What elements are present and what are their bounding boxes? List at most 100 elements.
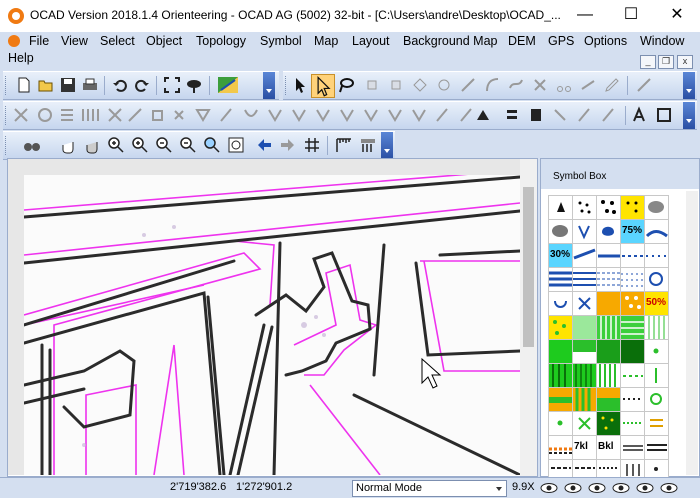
- menu-symbol[interactable]: Symbol: [260, 34, 302, 48]
- new-file-icon[interactable]: [15, 76, 33, 94]
- symbol-tile[interactable]: [620, 363, 645, 388]
- symbol-tile[interactable]: [572, 243, 597, 268]
- symbol-tile[interactable]: [644, 195, 669, 220]
- menu-topology[interactable]: Topology: [196, 34, 246, 48]
- curve-icon[interactable]: [483, 76, 501, 94]
- symbol-tile[interactable]: [620, 411, 645, 436]
- document-icon[interactable]: [8, 35, 20, 47]
- map-canvas[interactable]: [7, 158, 538, 477]
- symbol-tile[interactable]: [548, 387, 573, 412]
- menu-dem[interactable]: DEM: [508, 34, 536, 48]
- menu-window[interactable]: Window: [640, 34, 684, 48]
- symbol-tile[interactable]: [596, 291, 621, 316]
- toolbar-grip[interactable]: [5, 106, 9, 125]
- eye-icon[interactable]: [612, 481, 630, 495]
- save-icon[interactable]: [59, 76, 77, 94]
- edit-object-button[interactable]: [311, 74, 335, 98]
- mdi-minimize-button[interactable]: _: [640, 55, 656, 69]
- symbol-tile[interactable]: [548, 219, 573, 244]
- symbol-tile[interactable]: [644, 315, 669, 340]
- symbol-tile[interactable]: [572, 195, 597, 220]
- symbol-tile[interactable]: [548, 291, 573, 316]
- toolbar-dropdown[interactable]: [381, 132, 393, 159]
- symbol-tile[interactable]: 7kl: [572, 435, 597, 460]
- rectangle-icon[interactable]: [655, 106, 673, 124]
- symbol-tile[interactable]: [620, 339, 645, 364]
- symbol-tile[interactable]: [572, 219, 597, 244]
- symbol-tile[interactable]: [572, 387, 597, 412]
- ruler-icon[interactable]: [335, 136, 353, 154]
- zoom-in-area-icon[interactable]: [131, 136, 149, 154]
- symbol-box-scrollbar[interactable]: [686, 191, 698, 475]
- symbol-tile[interactable]: [620, 267, 645, 292]
- text-tool-icon[interactable]: [631, 106, 649, 124]
- menu-background-map[interactable]: Background Map: [403, 34, 498, 48]
- symbol-tile[interactable]: [644, 243, 669, 268]
- rotate-object-icon[interactable]: [387, 76, 405, 94]
- symbol-tile[interactable]: [644, 219, 669, 244]
- symbol-tile[interactable]: [596, 195, 621, 220]
- map-vertical-scrollbar[interactable]: [520, 159, 537, 476]
- lasso-icon[interactable]: [337, 76, 355, 94]
- grid-icon[interactable]: [303, 136, 321, 154]
- print-icon[interactable]: [81, 76, 99, 94]
- menu-layout[interactable]: Layout: [352, 34, 390, 48]
- symbol-tile[interactable]: [596, 411, 621, 436]
- eye-icon[interactable]: [588, 481, 606, 495]
- symbol-tile[interactable]: [596, 315, 621, 340]
- symbol-tile[interactable]: [620, 243, 645, 268]
- select-arrow-icon[interactable]: [291, 76, 309, 94]
- next-view-icon[interactable]: [279, 136, 297, 154]
- symbol-tile[interactable]: [572, 411, 597, 436]
- hand-move-icon[interactable]: [83, 136, 101, 154]
- drawing-tools-icons[interactable]: [13, 106, 623, 124]
- measure-icon[interactable]: [635, 76, 653, 94]
- toolbar-dropdown[interactable]: [683, 102, 695, 129]
- preview-icon[interactable]: [185, 76, 203, 94]
- zoom-out-icon[interactable]: [155, 136, 173, 154]
- menu-select[interactable]: Select: [100, 34, 135, 48]
- eye-icon[interactable]: [636, 481, 654, 495]
- symbol-tile[interactable]: [644, 435, 669, 460]
- symbol-tile[interactable]: [572, 363, 597, 388]
- cut-icon[interactable]: [531, 76, 549, 94]
- hand-pan-icon[interactable]: [59, 136, 77, 154]
- symbol-tile[interactable]: [596, 387, 621, 412]
- symbol-tile[interactable]: [572, 339, 597, 364]
- toolbar-grip[interactable]: [5, 136, 9, 155]
- symbol-tile[interactable]: [548, 435, 573, 460]
- zoom-out-area-icon[interactable]: [179, 136, 197, 154]
- symbol-tile[interactable]: [572, 267, 597, 292]
- menu-gps[interactable]: GPS: [548, 34, 574, 48]
- toolbar-grip[interactable]: [285, 76, 289, 95]
- symbol-tile[interactable]: [572, 291, 597, 316]
- toolbar-dropdown[interactable]: [683, 72, 695, 99]
- symbol-tile[interactable]: [548, 411, 573, 436]
- eye-icon[interactable]: [564, 481, 582, 495]
- minimize-button[interactable]: —: [562, 0, 608, 32]
- symbol-tile[interactable]: [548, 339, 573, 364]
- undo-icon[interactable]: [111, 76, 129, 94]
- menu-options[interactable]: Options: [584, 34, 627, 48]
- symbol-tile[interactable]: [548, 267, 573, 292]
- zoom-page-icon[interactable]: [227, 136, 245, 154]
- symbol-tile[interactable]: 50%: [644, 291, 669, 316]
- mdi-close-button[interactable]: x: [677, 55, 693, 69]
- pencil-icon[interactable]: [603, 76, 621, 94]
- menu-file[interactable]: File: [29, 34, 49, 48]
- symbol-tile[interactable]: Bkl: [596, 435, 621, 460]
- symbol-tile[interactable]: [620, 195, 645, 220]
- symbol-tile[interactable]: [572, 315, 597, 340]
- close-button[interactable]: ✕: [654, 0, 700, 32]
- menu-view[interactable]: View: [61, 34, 88, 48]
- add-vertex-icon[interactable]: [411, 76, 429, 94]
- insert-vertex-icon[interactable]: [435, 76, 453, 94]
- smooth-icon[interactable]: [507, 76, 525, 94]
- corner-vertex-icon[interactable]: [459, 76, 477, 94]
- zoom-map-icon[interactable]: [203, 136, 221, 154]
- binoculars-icon[interactable]: [23, 136, 41, 154]
- symbol-tile[interactable]: [620, 435, 645, 460]
- symbol-tile[interactable]: [596, 243, 621, 268]
- symbol-tile[interactable]: [644, 387, 669, 412]
- eye-icon[interactable]: [540, 481, 558, 495]
